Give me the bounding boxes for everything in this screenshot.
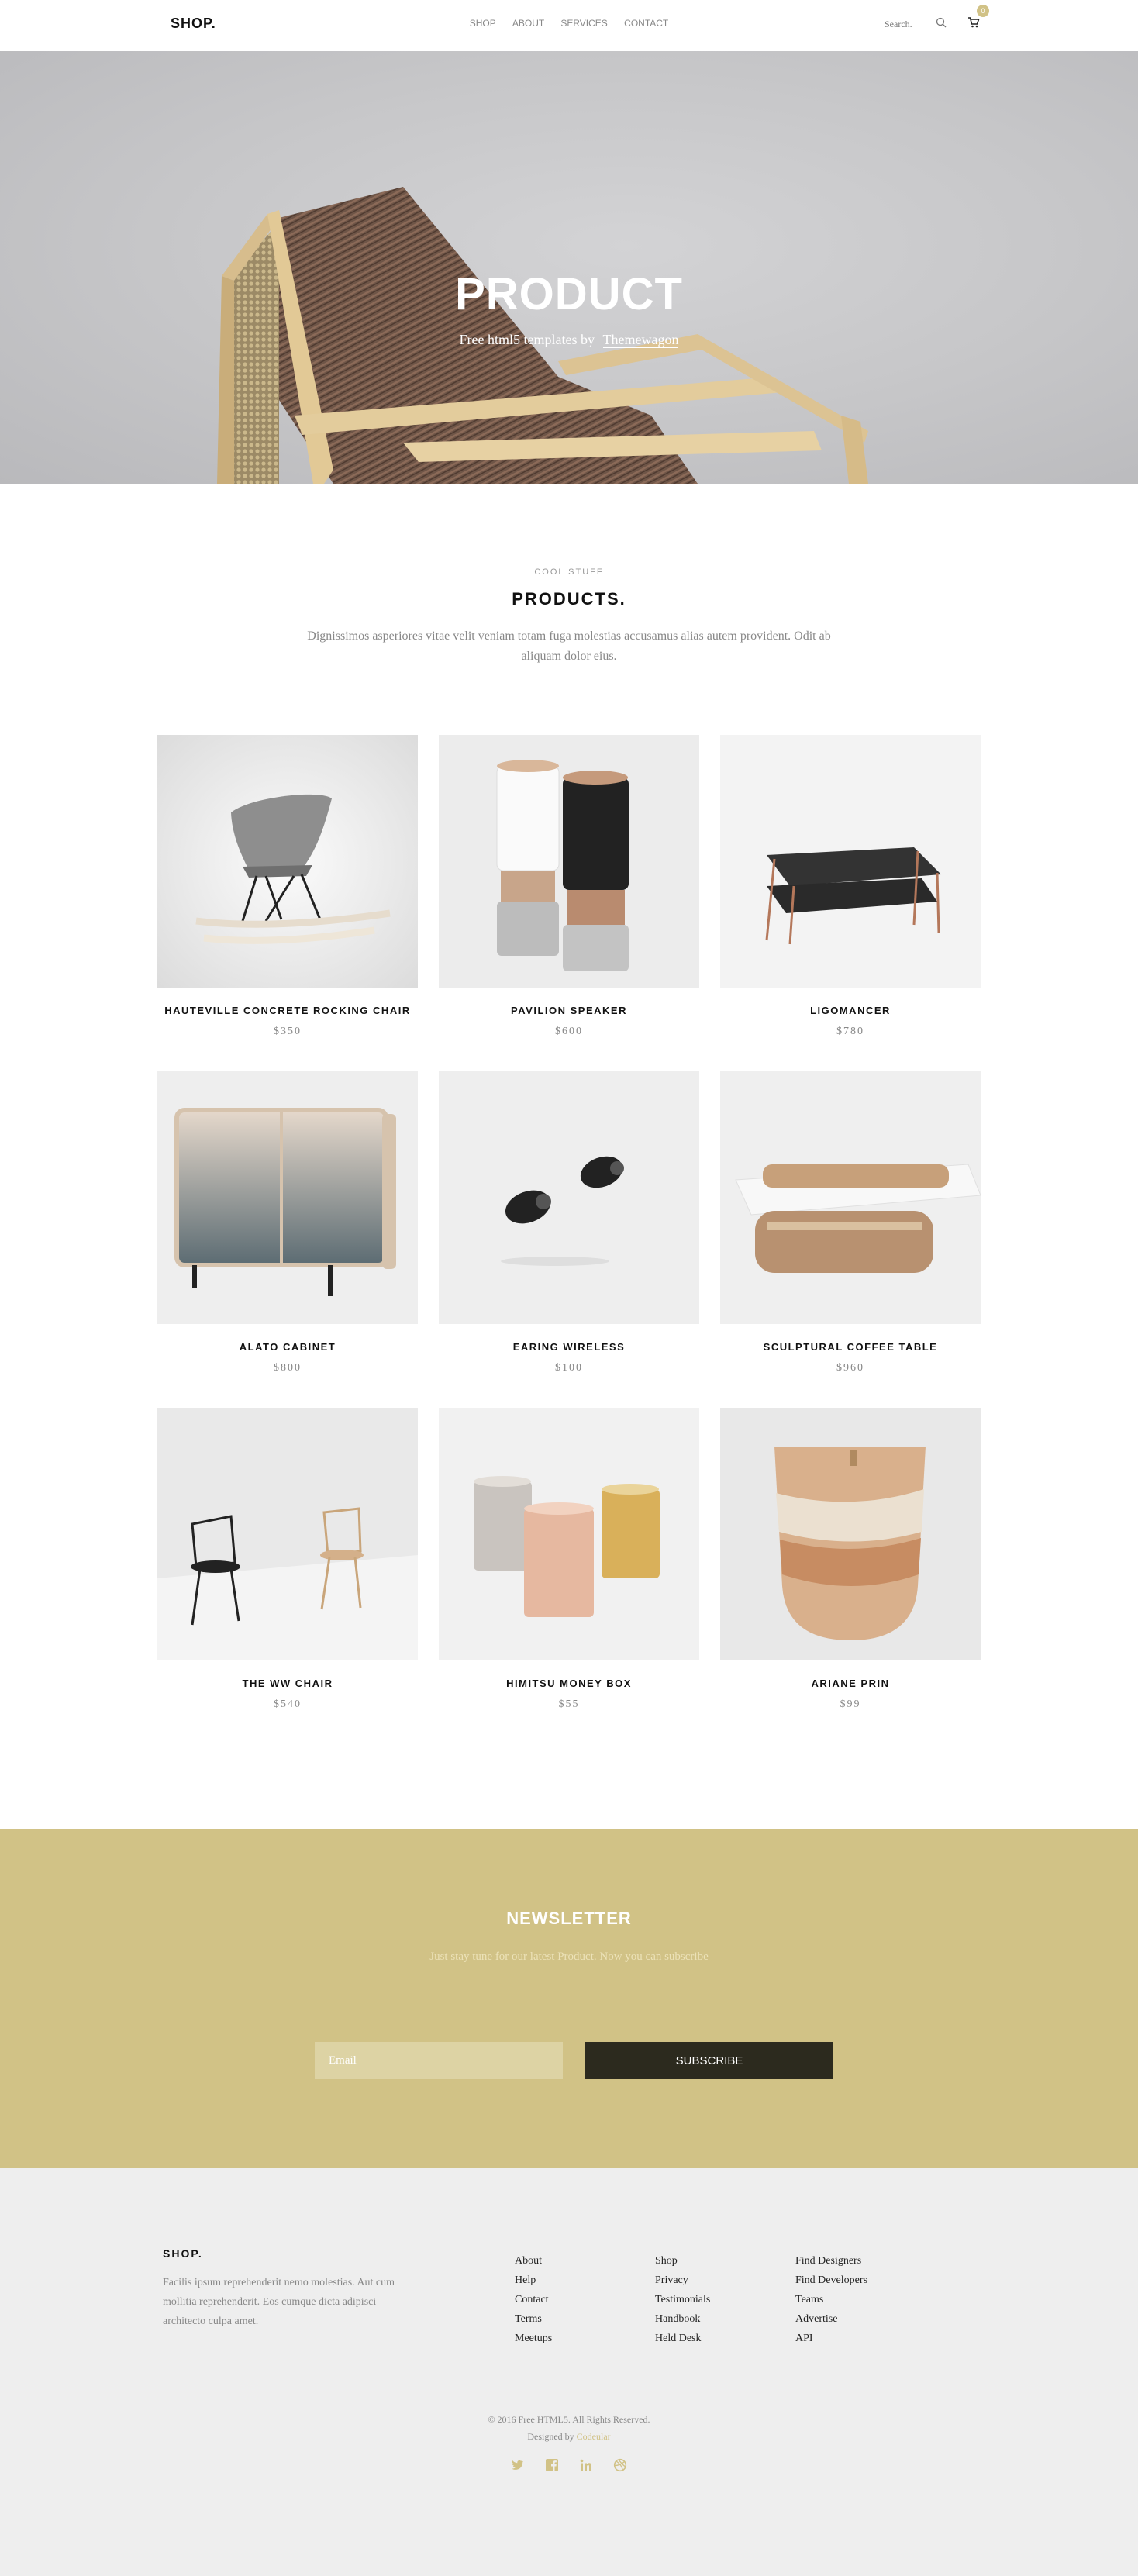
copyright-text: © 2016 Free HTML5. All Rights Reserved. [488, 2414, 650, 2425]
product-name[interactable]: LIGOMANCER [720, 1005, 981, 1016]
search-icon[interactable] [936, 17, 947, 28]
product-price: $350 [274, 1026, 302, 1037]
cart-icon[interactable] [967, 16, 980, 29]
footer-link[interactable]: Shop [655, 2251, 710, 2271]
designed-by-label: Designed by [527, 2431, 574, 2442]
product-card[interactable]: EARING WIRELESS $100 [439, 1071, 699, 1374]
product-name[interactable]: ARIANE PRIN [720, 1678, 981, 1689]
social-links [0, 2458, 1138, 2472]
newsletter-title: NEWSLETTER [506, 1909, 632, 1928]
email-field[interactable] [315, 2042, 563, 2079]
footer-link[interactable]: Terms [515, 2309, 552, 2329]
product-image-ligomancer[interactable] [720, 735, 981, 988]
footer-logo[interactable]: SHOP. [163, 2247, 203, 2260]
product-card[interactable]: HIMITSU MONEY BOX $55 [439, 1408, 699, 1711]
newsletter-section: NEWSLETTER Just stay tune for our latest… [0, 1829, 1138, 2168]
product-image-speaker[interactable] [439, 735, 699, 988]
menu-item-about[interactable]: ABOUT [512, 18, 544, 29]
product-image-coffee-table[interactable] [720, 1071, 981, 1324]
hero-subtitle: Free html5 templates by Themewagon [0, 332, 1138, 348]
footer-description: Facilis ipsum reprehenderit nemo molesti… [163, 2277, 395, 2327]
product-price: $540 [274, 1698, 302, 1710]
footer-link[interactable]: Help [515, 2271, 552, 2290]
footer-link[interactable]: Find Developers [795, 2271, 867, 2290]
footer-link[interactable]: Find Designers [795, 2251, 867, 2271]
designed-by: Designed by Codeular [0, 2431, 1138, 2443]
footer-link[interactable]: Meetups [515, 2329, 552, 2348]
cart-count-badge: 0 [977, 5, 989, 17]
subscribe-button[interactable]: SUBSCRIBE [585, 2042, 833, 2079]
product-name[interactable]: SCULPTURAL COFFEE TABLE [720, 1341, 981, 1353]
product-image-ww-chair[interactable] [157, 1408, 418, 1660]
menu-item-shop[interactable]: SHOP [470, 18, 496, 29]
products-intro: COOL STUFF PRODUCTS. Dignissimos asperio… [0, 484, 1138, 667]
product-price: $960 [836, 1362, 864, 1374]
section-title: PRODUCTS. [512, 589, 626, 609]
hero-banner: PRODUCT Free html5 templates by Themewag… [0, 51, 1138, 484]
product-image-rocking-chair[interactable] [157, 735, 418, 988]
top-navbar: SHOP. SHOP ABOUT SERVICES CONTACT Search… [0, 0, 1138, 51]
footer-links-col-3: Find Designers Find Developers Teams Adv… [795, 2251, 867, 2348]
product-price: $800 [274, 1362, 302, 1374]
linkedin-icon[interactable] [579, 2458, 593, 2472]
newsletter-subtitle: Just stay tune for our latest Product. N… [429, 1950, 709, 1963]
product-image-vase[interactable] [720, 1408, 981, 1660]
designer-link[interactable]: Codeular [577, 2431, 611, 2442]
product-card[interactable]: LIGOMANCER $780 [720, 735, 981, 1038]
product-price: $99 [840, 1698, 861, 1710]
footer-link[interactable]: Handbook [655, 2309, 710, 2329]
site-footer: SHOP. Facilis ipsum reprehenderit nemo m… [0, 2168, 1138, 2576]
product-image-cabinet[interactable] [157, 1071, 418, 1324]
product-name[interactable]: THE WW CHAIR [157, 1678, 418, 1689]
product-name[interactable]: PAVILION SPEAKER [439, 1005, 699, 1016]
product-card[interactable]: ARIANE PRIN $99 [720, 1408, 981, 1711]
footer-links-col-2: Shop Privacy Testimonials Handbook Held … [655, 2251, 710, 2348]
product-name[interactable]: ALATO CABINET [157, 1341, 418, 1353]
product-card[interactable]: THE WW CHAIR $540 [157, 1408, 418, 1711]
dribbble-icon[interactable] [613, 2458, 627, 2472]
product-card[interactable]: SCULPTURAL COFFEE TABLE $960 [720, 1071, 981, 1374]
footer-link[interactable]: About [515, 2251, 552, 2271]
facebook-icon[interactable] [545, 2458, 559, 2472]
section-description: Dignissimos asperiores vitae velit venia… [307, 629, 831, 663]
footer-link[interactable]: Advertise [795, 2309, 867, 2329]
footer-link[interactable]: Teams [795, 2290, 867, 2309]
footer-links-col-1: About Help Contact Terms Meetups [515, 2251, 552, 2348]
menu-item-services[interactable]: SERVICES [560, 18, 607, 29]
product-price: $100 [555, 1362, 583, 1374]
product-name[interactable]: HAUTEVILLE CONCRETE ROCKING CHAIR [157, 1005, 418, 1016]
product-image-earbuds[interactable] [439, 1071, 699, 1324]
search-input[interactable]: Search. [885, 19, 912, 30]
footer-link[interactable]: Testimonials [655, 2290, 710, 2309]
product-card[interactable]: PAVILION SPEAKER $600 [439, 735, 699, 1038]
themewagon-link[interactable]: Themewagon [602, 332, 679, 348]
twitter-icon[interactable] [511, 2458, 525, 2472]
footer-link[interactable]: Contact [515, 2290, 552, 2309]
product-price: $600 [555, 1026, 583, 1037]
product-card[interactable]: HAUTEVILLE CONCRETE ROCKING CHAIR $350 [157, 735, 418, 1038]
product-name[interactable]: EARING WIRELESS [439, 1341, 699, 1353]
product-card[interactable]: ALATO CABINET $800 [157, 1071, 418, 1374]
hero-title: PRODUCT [455, 269, 683, 319]
product-image-money-box[interactable] [439, 1408, 699, 1660]
footer-link[interactable]: API [795, 2329, 867, 2348]
product-price: $55 [558, 1698, 580, 1710]
menu-item-contact[interactable]: CONTACT [624, 18, 668, 29]
hero-chair-image [217, 187, 868, 484]
footer-link[interactable]: Held Desk [655, 2329, 710, 2348]
hero-subtitle-text: Free html5 templates by [459, 332, 595, 347]
footer-link[interactable]: Privacy [655, 2271, 710, 2290]
product-name[interactable]: HIMITSU MONEY BOX [439, 1678, 699, 1689]
product-grid: HAUTEVILLE CONCRETE ROCKING CHAIR $350 P… [157, 735, 981, 1719]
section-eyebrow: COOL STUFF [534, 567, 604, 577]
product-price: $780 [836, 1026, 864, 1037]
